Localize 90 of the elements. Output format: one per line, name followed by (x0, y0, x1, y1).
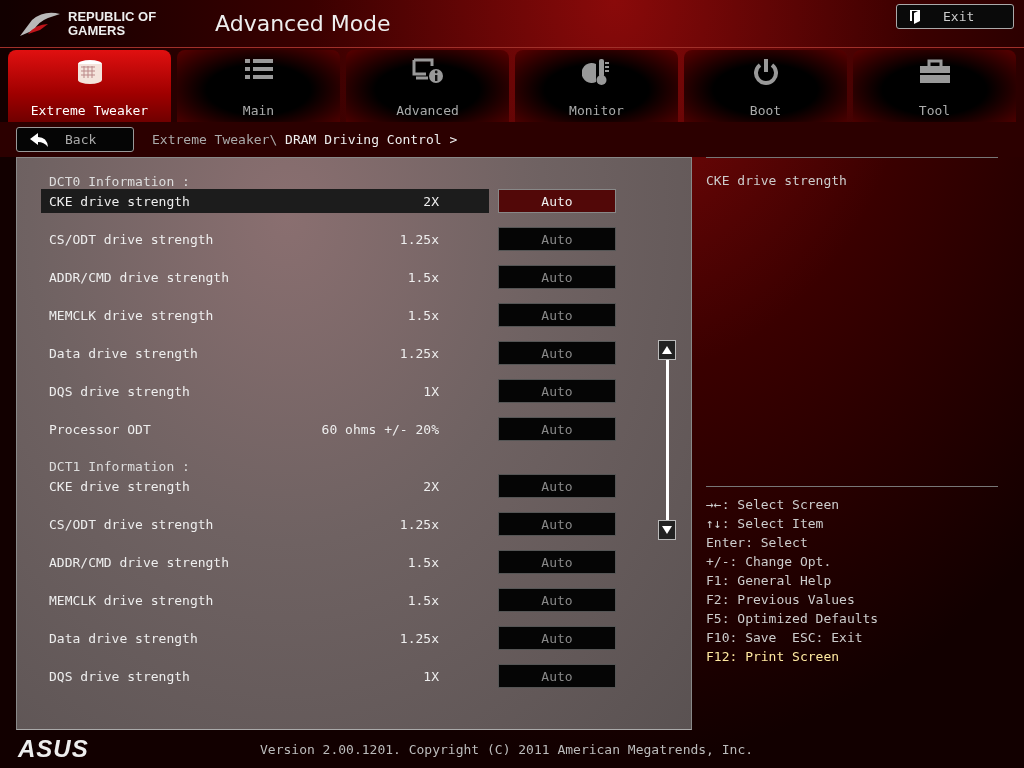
setting-value: 1X (423, 668, 439, 684)
scroll-down-button[interactable] (658, 520, 676, 540)
setting-row[interactable]: CS/ODT drive strength 1.25x (41, 512, 489, 536)
setting-row[interactable]: Data drive strength 1.25x (41, 341, 489, 365)
help-description: CKE drive strength (706, 157, 998, 487)
tab[interactable]: Boot (684, 50, 847, 122)
setting-label: CKE drive strength (49, 478, 190, 494)
setting-value: 1.5x (407, 307, 439, 323)
setting-label: CS/ODT drive strength (49, 516, 214, 532)
key-hint: →←: Select Screen (706, 496, 841, 514)
setting-row[interactable]: DQS drive strength 1X (41, 379, 489, 403)
option-button[interactable]: Auto (498, 379, 616, 403)
section-heading: DCT0 Information : (48, 175, 191, 189)
option-button[interactable]: Auto (498, 341, 616, 365)
key-hint: +/-: Change Opt. (706, 553, 833, 571)
toolbox-icon (918, 58, 951, 84)
option-button[interactable]: Auto (498, 189, 616, 213)
setting-label: Data drive strength (49, 345, 198, 361)
version-text: Version 2.00.1201. Copyright (C) 2011 American Megatrends, Inc. (260, 741, 754, 757)
back-button[interactable]: Back (16, 127, 134, 152)
option-button[interactable]: Auto (498, 550, 616, 574)
setting-label: MEMCLK drive strength (49, 307, 214, 323)
setting-row[interactable]: ADDR/CMD drive strength 1.5x (41, 550, 489, 574)
key-hint: F1: General Help (706, 572, 833, 590)
setting-row[interactable]: CKE drive strength 2X (41, 474, 489, 498)
setting-row[interactable]: MEMCLK drive strength 1.5x (41, 303, 489, 327)
setting-label: ADDR/CMD drive strength (49, 554, 229, 570)
up-triangle-icon (661, 345, 673, 355)
option-button[interactable]: Auto (498, 588, 616, 612)
setting-value: 1.25x (399, 516, 439, 532)
setting-value: 2X (423, 478, 439, 494)
screen-info-icon (411, 58, 444, 84)
setting-label: CKE drive strength (49, 193, 190, 209)
option-button[interactable]: Auto (498, 664, 616, 688)
setting-label: ADDR/CMD drive strength (49, 269, 229, 285)
setting-value: 1.25x (399, 630, 439, 646)
power-icon (752, 58, 779, 86)
option-button[interactable]: Auto (498, 512, 616, 536)
tab[interactable]: Tool (853, 50, 1016, 122)
setting-label: Processor ODT (49, 421, 151, 437)
setting-value: 1.25x (399, 345, 439, 361)
option-button[interactable]: Auto (498, 227, 616, 251)
key-hint: F2: Previous Values (706, 591, 856, 609)
scroll-up-button[interactable] (658, 340, 676, 360)
setting-row[interactable]: CKE drive strength 2X (41, 189, 489, 213)
door-icon (909, 8, 921, 25)
list-icon (244, 58, 273, 80)
setting-row[interactable]: Data drive strength 1.25x (41, 626, 489, 650)
key-hint: F10: Save ESC: Exit (706, 629, 864, 647)
key-hint: F5: Optimized Defaults (706, 610, 880, 628)
setting-label: Data drive strength (49, 630, 198, 646)
back-arrow-icon (29, 131, 49, 148)
tab[interactable]: Monitor (515, 50, 678, 122)
logo-text: REPUBLIC OF (68, 9, 157, 24)
scrollbar-track[interactable] (665, 360, 669, 520)
setting-label: CS/ODT drive strength (49, 231, 214, 247)
gauge-thermometer-icon (581, 58, 612, 86)
logo-text: GAMERS (68, 23, 127, 38)
setting-row[interactable]: DQS drive strength 1X (41, 664, 489, 688)
option-button[interactable]: Auto (498, 303, 616, 327)
option-button[interactable]: Auto (498, 626, 616, 650)
setting-value: 1.5x (407, 592, 439, 608)
setting-value: 1.5x (407, 554, 439, 570)
section-heading: DCT1 Information : (48, 460, 191, 474)
brand-logo: ASUS (18, 735, 90, 763)
option-button[interactable]: Auto (498, 417, 616, 441)
breadcrumb: Extreme Tweaker\ DRAM Driving Control > (152, 132, 458, 147)
setting-value: 1.5x (407, 269, 439, 285)
exit-button[interactable]: Exit (896, 4, 1014, 29)
tab[interactable]: Advanced (346, 50, 509, 122)
setting-value: 60 ohms +/- 20% (321, 421, 439, 437)
tab[interactable]: Main (177, 50, 340, 122)
option-button[interactable]: Auto (498, 265, 616, 289)
setting-label: DQS drive strength (49, 383, 190, 399)
setting-label: DQS drive strength (49, 668, 190, 684)
key-hint: F12: Print Screen (706, 648, 841, 666)
setting-row[interactable]: CS/ODT drive strength 1.25x (41, 227, 489, 251)
setting-row[interactable]: ADDR/CMD drive strength 1.5x (41, 265, 489, 289)
option-button[interactable]: Auto (498, 474, 616, 498)
screen-title: Advanced Mode (215, 11, 392, 36)
setting-value: 2X (423, 193, 439, 209)
key-hint: ↑↓: Select Item (706, 515, 825, 533)
key-hint: Enter: Select (706, 534, 809, 552)
down-triangle-icon (661, 525, 673, 535)
setting-label: MEMCLK drive strength (49, 592, 214, 608)
setting-value: 1X (423, 383, 439, 399)
setting-value: 1.25x (399, 231, 439, 247)
setting-row[interactable]: Processor ODT 60 ohms +/- 20% (41, 417, 489, 441)
tab[interactable]: Extreme Tweaker (8, 50, 171, 122)
setting-row[interactable]: MEMCLK drive strength 1.5x (41, 588, 489, 612)
